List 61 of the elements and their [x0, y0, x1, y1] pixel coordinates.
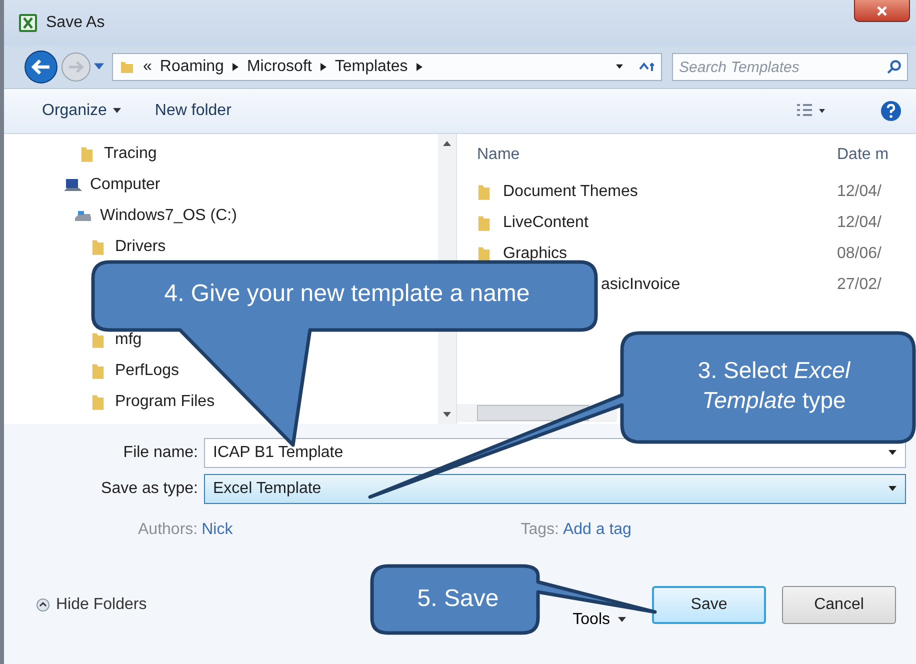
meta-value[interactable]: Nick [202, 521, 233, 539]
file-name[interactable]: Document Themes [503, 182, 638, 200]
callout-text: 4. Give your new template a name [163, 280, 531, 308]
column-header[interactable]: Date m [837, 146, 916, 164]
file-name[interactable]: asicInvoice [601, 276, 680, 294]
chevron-icon[interactable] [416, 63, 423, 71]
excel-icon [18, 13, 38, 33]
chevron-icon[interactable] [320, 63, 327, 71]
meta-label: Tags: [520, 521, 559, 539]
hide-folders-button[interactable]: Hide Folders [36, 596, 147, 614]
scroll-down-icon[interactable] [443, 412, 451, 418]
toolbar-button[interactable]: New folder [154, 102, 232, 120]
file-date: 12/04/ [837, 214, 882, 232]
tree-item[interactable]: Windows7_OS (C:) [100, 206, 237, 224]
address-bar[interactable]: « Roaming Microsoft Templates [112, 53, 662, 81]
tree-item[interactable]: Program Files [115, 392, 215, 410]
breadcrumb[interactable]: Microsoft [246, 58, 312, 76]
field-label: Save as type: [100, 480, 199, 498]
view-options-icon[interactable] [796, 103, 826, 119]
breadcrumb[interactable]: Templates [334, 58, 408, 76]
overflow-chevron[interactable]: « [143, 58, 152, 76]
dialog-button[interactable]: Save [652, 586, 766, 624]
toolbar-button[interactable]: Organize [42, 102, 121, 120]
tree-item[interactable]: mfg [115, 330, 142, 348]
file-date: 08/06/ [837, 244, 882, 262]
meta-value[interactable]: Add a tag [562, 521, 632, 539]
scroll-up-icon[interactable] [443, 140, 451, 146]
dropdown-icon[interactable] [616, 63, 623, 71]
caret-icon[interactable] [94, 63, 104, 71]
close-icon [876, 4, 888, 16]
tree-item[interactable]: Computer [90, 176, 160, 194]
breadcrumb[interactable]: Roaming [160, 58, 224, 76]
file-name[interactable]: LiveContent [503, 214, 588, 232]
file-date: 12/04/ [837, 182, 882, 200]
file-name[interactable]: Graphics [503, 244, 568, 262]
search-field[interactable]: Search Templates [672, 53, 908, 81]
dropdown-icon[interactable] [888, 486, 897, 492]
file-date: 27/02/ [837, 276, 882, 294]
dropdown-icon[interactable] [888, 450, 897, 456]
search-icon[interactable] [887, 59, 902, 74]
collapse-icon [36, 598, 50, 612]
help-icon[interactable] [880, 100, 902, 122]
callout-text: 5. Save [416, 585, 500, 613]
close-button[interactable] [854, 0, 910, 22]
back-icon[interactable] [24, 50, 58, 84]
meta-label: Authors: [138, 521, 198, 539]
folder-icon [119, 59, 135, 75]
dialog-button[interactable]: Cancel [782, 586, 896, 624]
combo-field[interactable]: Excel Template [204, 474, 906, 504]
tools-button[interactable]: Tools [566, 610, 632, 630]
caret-icon [112, 108, 121, 114]
tree-item[interactable]: Drivers [115, 238, 166, 256]
tree-item[interactable]: Tracing [104, 144, 157, 162]
caret-icon [618, 617, 626, 623]
field-label: File name: [122, 444, 199, 462]
chevron-icon[interactable] [232, 63, 239, 71]
column-header[interactable]: Name [457, 146, 837, 164]
refresh-icon[interactable] [639, 61, 655, 73]
callout-text: 3. Select Excel Template type [696, 356, 852, 415]
tree-item[interactable]: PerfLogs [115, 362, 180, 380]
window-title: Save As [46, 14, 105, 32]
